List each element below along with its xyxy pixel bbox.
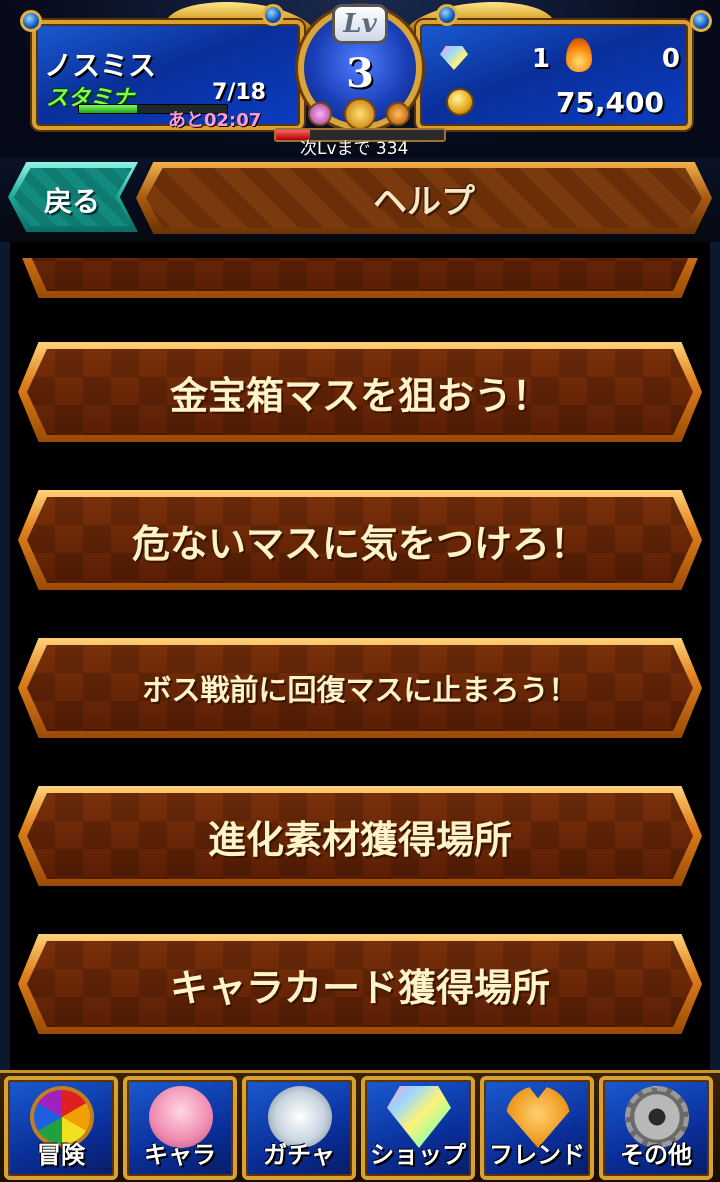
nav-label: 冒険 (37, 1141, 85, 1169)
nav-label: フレンド (489, 1141, 585, 1169)
orange-orb-icon (386, 102, 410, 126)
help-item-label: 金宝箱マスを狙おう！ (169, 373, 550, 418)
stamina-timer: あと02:07 (168, 110, 262, 131)
nav-button-adventure[interactable]: 冒険 (4, 1076, 118, 1180)
nav-label: ガチャ (263, 1141, 335, 1169)
gem-count: 1 (531, 44, 550, 74)
player-name: ノスミス (44, 49, 157, 82)
corner-gem-icon (262, 4, 284, 26)
nav-button-other[interactable]: その他 (599, 1076, 713, 1180)
coin-count: 75,400 (555, 86, 664, 119)
nav-label: ショップ (370, 1141, 466, 1169)
corner-gem-icon (20, 10, 42, 32)
help-item-gold-chest[interactable]: 金宝箱マスを狙おう！ (18, 342, 702, 442)
help-item-character-cards[interactable]: キャラカード獲得場所 (18, 934, 702, 1034)
help-list[interactable]: 金宝箱マスを狙おう！ 危ないマスに気をつけろ！ ボス戦前に回復マスに止まろう！ … (10, 258, 710, 1060)
nav-label: キャラ (144, 1141, 216, 1169)
help-item-recovery-tile[interactable]: ボス戦前に回復マスに止まろう！ (18, 638, 702, 738)
page-title: ヘルプ (373, 182, 475, 222)
status-header: ノスミス スタミナ 7/18 あと02:07 Lv 3 次Lvまで 334 1 … (0, 0, 720, 159)
stamina-value: 7/18 (212, 80, 266, 105)
nav-button-friend[interactable]: フレンド (480, 1076, 594, 1180)
nav-label: その他 (620, 1141, 692, 1169)
nav-button-shop[interactable]: ショップ (361, 1076, 475, 1180)
help-item-evolution-materials[interactable]: 進化素材獲得場所 (18, 786, 702, 886)
flame-count: 0 (661, 44, 680, 74)
coin-icon (446, 88, 474, 116)
help-item-label: ボス戦前に回復マスに止まろう！ (142, 673, 578, 707)
nav-button-character[interactable]: キャラ (123, 1076, 237, 1180)
back-button-label: 戻る (43, 185, 100, 218)
back-button[interactable]: 戻る (8, 162, 138, 232)
help-item-label: キャラカード獲得場所 (169, 965, 550, 1010)
pink-orb-icon (308, 102, 332, 126)
help-item-label (18, 258, 702, 298)
next-level-text: 次Lvまで 334 (300, 139, 409, 159)
side-border-right (710, 242, 720, 1076)
help-item-cutoff[interactable] (18, 258, 702, 298)
side-border-left (0, 242, 10, 1076)
flame-icon (566, 38, 592, 72)
help-item-danger-tile[interactable]: 危ないマスに気をつけろ！ (18, 490, 702, 590)
stamina-bar-fill (79, 105, 137, 113)
level-number: 3 (346, 50, 374, 97)
corner-gem-icon (436, 4, 458, 26)
level-badge: Lv (332, 4, 388, 44)
help-item-label: 進化素材獲得場所 (207, 817, 512, 862)
corner-gem-icon (690, 10, 712, 32)
gold-orb-icon (344, 98, 376, 130)
help-item-label: 危ないマスに気をつけろ！ (131, 521, 588, 566)
nav-button-gacha[interactable]: ガチャ (242, 1076, 356, 1180)
